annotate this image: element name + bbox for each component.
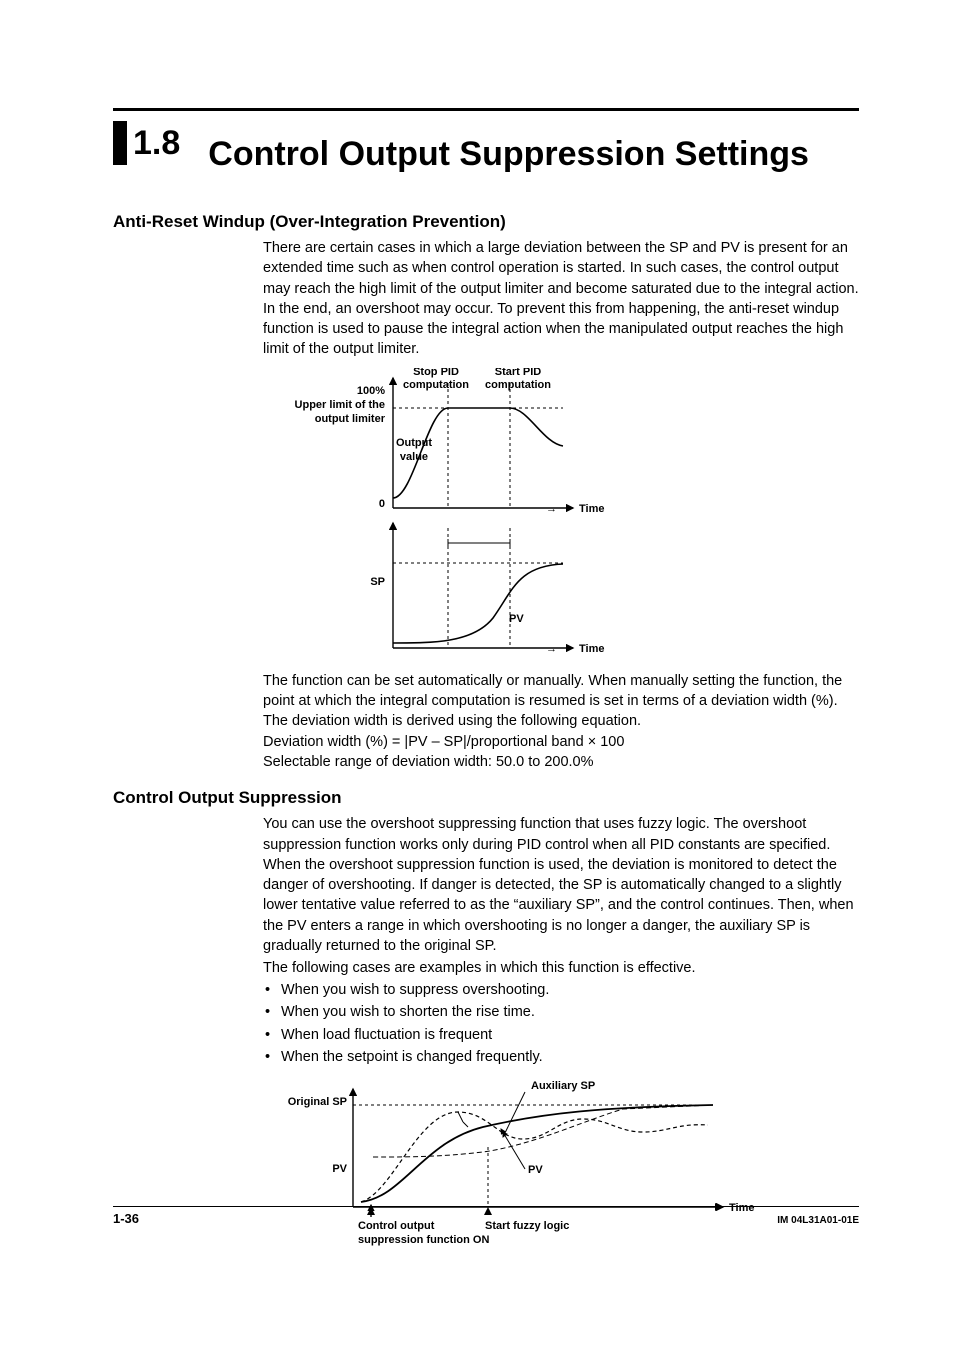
anti-reset-para1: There are certain cases in which a large… — [263, 238, 859, 360]
fig1-zero: 0 — [379, 498, 385, 510]
fig2-pv1: PV — [332, 1163, 347, 1175]
fig1-comp2: computation — [485, 379, 551, 391]
section-number-text: 1.8 — [133, 124, 180, 163]
fig1-time1: Time — [579, 503, 604, 515]
fig2-pv2: PV — [528, 1164, 543, 1176]
anti-reset-para2: The function can be set automatically or… — [263, 671, 859, 732]
cos-bullet-3: When load fluctuation is frequent — [263, 1024, 859, 1046]
footer: 1-36 IM 04L31A01-01E — [113, 1206, 859, 1226]
anti-reset-heading: Anti-Reset Windup (Over-Integration Prev… — [113, 212, 859, 232]
cos-bullet-2: When you wish to shorten the rise time. — [263, 1001, 859, 1023]
cos-bullet-4: When the setpoint is changed frequently. — [263, 1046, 859, 1068]
cos-para1: You can use the overshoot suppressing fu… — [263, 814, 859, 956]
fig1-value: value — [400, 451, 428, 463]
page-number: 1-36 — [113, 1211, 139, 1226]
fig2-asp: Auxiliary SP — [531, 1080, 595, 1092]
fig1-start-pid: Start PID — [495, 368, 542, 378]
title-rule — [113, 108, 859, 111]
fig2-osp: Original SP — [288, 1096, 347, 1108]
fig1-100: 100% — [357, 385, 385, 397]
cos-heading: Control Output Suppression — [113, 788, 859, 808]
section-number: 1.8 — [113, 121, 180, 165]
cos-bullet-1: When you wish to suppress overshooting. — [263, 979, 859, 1001]
title-row: 1.8 Control Output Suppression Settings — [113, 121, 859, 174]
fig1-pv: PV — [509, 613, 524, 625]
cos-bullets: When you wish to suppress overshooting. … — [263, 979, 859, 1069]
section-title: Control Output Suppression Settings — [208, 135, 809, 174]
svg-text:→: → — [546, 503, 557, 515]
anti-reset-eq: Deviation width (%) = |PV – SP|/proporti… — [263, 732, 859, 752]
page: 1.8 Control Output Suppression Settings … — [0, 0, 954, 1351]
anti-reset-range: Selectable range of deviation width: 50.… — [263, 752, 859, 772]
fig2-co2: suppression function ON — [358, 1234, 489, 1246]
fig1-stop-pid: Stop PID — [413, 368, 459, 378]
block-marker — [113, 121, 127, 165]
fig1-time2: Time — [579, 643, 604, 655]
document-id: IM 04L31A01-01E — [777, 1215, 859, 1226]
fig1-sp: SP — [370, 576, 385, 588]
svg-text:→: → — [546, 643, 557, 655]
fig1-ul2: output limiter — [315, 413, 386, 425]
fig1-comp1: computation — [403, 379, 469, 391]
anti-reset-figure: Stop PID Start PID computation computati… — [263, 368, 859, 665]
cos-para2: The following cases are examples in whic… — [263, 958, 859, 978]
fig1-ul1: Upper limit of the — [295, 399, 385, 411]
cos-figure: Original SP Auxiliary SP PV PV Time Cont… — [263, 1077, 859, 1257]
fig1-output: Output — [396, 437, 432, 449]
